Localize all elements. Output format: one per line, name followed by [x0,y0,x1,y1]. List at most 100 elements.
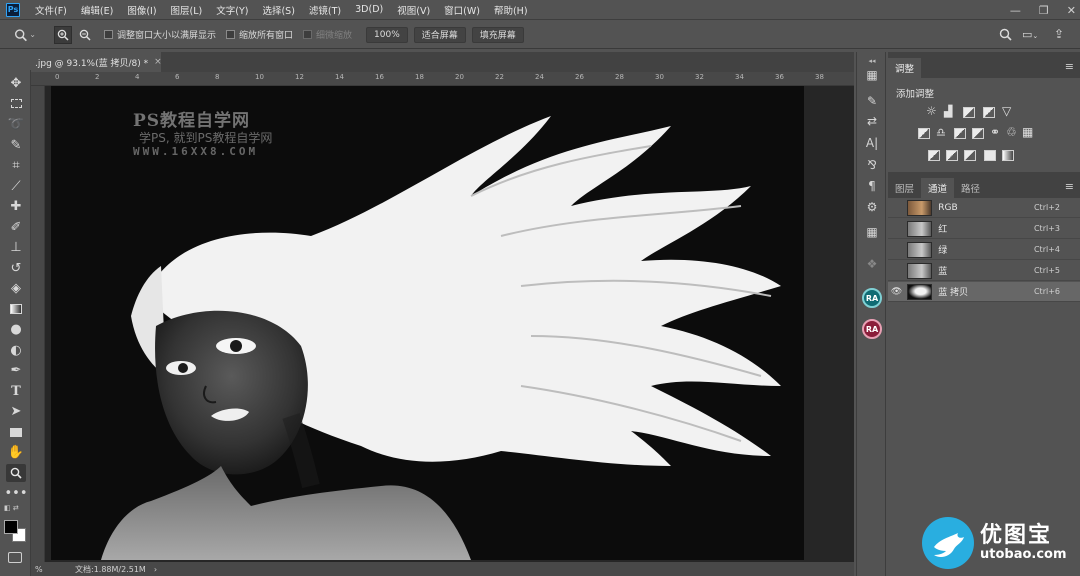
hand-icon[interactable]: ✋ [6,443,26,461]
document-canvas[interactable]: PS教程自学网 学PS, 就到PS教程自学网 WWW.16XX8.COM [51,86,804,560]
ra-red-badge[interactable]: RA [862,319,882,339]
paragraph-icon[interactable]: ¶ [862,177,882,195]
tab-paths[interactable]: 路径 [954,178,987,198]
blur-icon[interactable]: ● [6,320,26,338]
brightness-icon[interactable]: ☼ [926,104,937,118]
zoom-readout[interactable]: % [35,565,65,574]
scrubby-zoom-checkbox[interactable] [303,30,313,39]
zoom-all-checkbox[interactable] [226,30,236,39]
curves-icon[interactable] [963,107,975,118]
zoom-tool-preset-icon[interactable]: ⌄ [14,28,36,42]
tab-adjustments[interactable]: 调整 [888,58,922,78]
panel-menu-icon[interactable]: ≡ [1065,60,1074,73]
menu-help[interactable]: 帮助(H) [487,3,535,17]
quick-select-icon[interactable]: ✎ [6,136,26,154]
grid-icon[interactable]: ▦ [862,223,882,241]
menu-3d[interactable]: 3D(D) [348,4,390,15]
channel-row[interactable]: 👁 蓝 拷贝 Ctrl+6 [888,282,1080,302]
dodge-icon[interactable]: ◐ [6,341,26,359]
gradient-map-icon[interactable]: ▽ [1002,104,1011,118]
photo-filter-icon[interactable]: ⚭ [990,125,1000,139]
foreground-color-swatch[interactable] [4,520,18,534]
zoom-out-icon[interactable] [76,26,94,44]
close-window-button[interactable]: ✕ [1067,4,1076,17]
channel-shortcut: Ctrl+4 [1033,245,1060,254]
resize-windows-checkbox[interactable] [104,30,113,39]
channel-row[interactable]: 红 Ctrl+3 [888,219,1080,239]
properties-icon[interactable]: ⚙ [862,198,882,216]
menu-select[interactable]: 选择(S) [255,3,301,17]
exposure-icon[interactable] [983,107,995,118]
channel-row[interactable]: RGB Ctrl+2 [888,198,1080,218]
threshold-icon[interactable] [964,150,976,161]
hue-icon[interactable]: ♎ [936,126,946,139]
black-white-icon[interactable] [972,128,984,139]
menu-layer[interactable]: 图层(L) [164,3,210,17]
libraries-icon[interactable]: ❖ [862,255,882,273]
search-icon[interactable] [999,28,1012,44]
zoom-100-button[interactable]: 100% [366,26,408,43]
fit-screen-button[interactable]: 适合屏幕 [413,26,466,43]
color-lookup-icon[interactable]: ▦ [1022,125,1033,139]
path-select-icon[interactable]: ➤ [6,402,26,420]
ra-blue-badge[interactable]: RA [862,288,882,308]
invert-icon[interactable] [928,150,940,161]
gradient-adj-icon[interactable] [1002,150,1014,161]
document-tab-title: .jpg @ 93.1%(蓝 拷贝/8) * [35,58,149,69]
tab-channels[interactable]: 通道 [921,178,955,198]
more-tools-icon[interactable]: ••• [5,484,28,502]
zoom-in-icon[interactable] [54,25,72,44]
restore-button[interactable]: ❐ [1039,4,1049,17]
document-size[interactable]: 文档:1.88M/2.51M [75,564,146,575]
brush-icon[interactable]: ✐ [6,218,26,236]
workspace-icon[interactable]: ▭⌄ [1022,28,1038,41]
menu-view[interactable]: 视图(V) [390,3,437,17]
stamp-icon[interactable]: ⊥ [6,238,26,256]
channel-row[interactable]: 绿 Ctrl+4 [888,240,1080,260]
quick-mask-icon[interactable] [8,552,22,563]
menu-image[interactable]: 图像(I) [120,3,163,17]
fill-screen-button[interactable]: 填充屏幕 [471,26,524,43]
type-icon[interactable]: T [6,382,26,400]
levels-icon[interactable]: ▟ [944,105,952,118]
menu-file[interactable]: 文件(F) [28,3,74,17]
zoom-icon[interactable] [6,464,26,482]
channel-row[interactable]: 蓝 Ctrl+5 [888,261,1080,281]
glyphs-icon[interactable]: ⅋ [862,156,882,174]
channel-mixer-icon[interactable]: ♲ [1006,125,1017,139]
lasso-icon[interactable]: ➰ [6,115,26,133]
menu-edit[interactable]: 编辑(E) [74,3,120,17]
channels-menu-icon[interactable]: ≡ [1065,180,1074,193]
healing-icon[interactable]: ✚ [6,197,26,215]
history-icon[interactable]: ▦ [862,66,882,84]
move-icon[interactable]: ✥ [6,74,26,92]
share-icon[interactable]: ⇪ [1054,27,1064,41]
pen-icon[interactable]: ✒ [6,361,26,379]
canvas-area[interactable]: PS教程自学网 学PS, 就到PS教程自学网 WWW.16XX8.COM [45,86,854,562]
ruler-number: 20 [455,73,464,81]
menu-window[interactable]: 窗口(W) [437,3,487,17]
close-tab-icon[interactable]: × [154,57,162,67]
vibrance-icon[interactable] [918,128,930,139]
posterize-icon[interactable] [946,150,958,161]
tab-layers[interactable]: 图层 [888,178,921,198]
adjust-sliders-icon[interactable]: ⇄ [862,112,882,130]
document-tab[interactable]: .jpg @ 93.1%(蓝 拷贝/8) * × [31,52,162,72]
character-icon[interactable]: A| [862,134,882,152]
brush-settings-icon[interactable]: ✎ [862,92,882,110]
marquee-icon[interactable] [6,94,26,112]
history-brush-icon[interactable]: ↺ [6,259,26,277]
gradient-icon[interactable] [6,300,26,318]
menu-filter[interactable]: 滤镜(T) [302,3,348,17]
visibility-toggle[interactable]: 👁 [888,287,905,297]
status-expand-icon[interactable]: › [154,565,157,574]
selective-color-icon[interactable] [984,150,996,161]
eyedropper-icon[interactable]: ⟋ [6,177,26,195]
menu-type[interactable]: 文字(Y) [209,3,255,17]
eraser-icon[interactable]: ◈ [6,279,26,297]
rectangle-icon[interactable] [6,423,26,441]
color-balance-icon[interactable] [954,128,966,139]
crop-icon[interactable]: ⌗ [6,156,26,174]
minimize-button[interactable]: — [1010,4,1021,17]
default-colors-icon[interactable]: ◧ ⇄ [4,504,19,512]
